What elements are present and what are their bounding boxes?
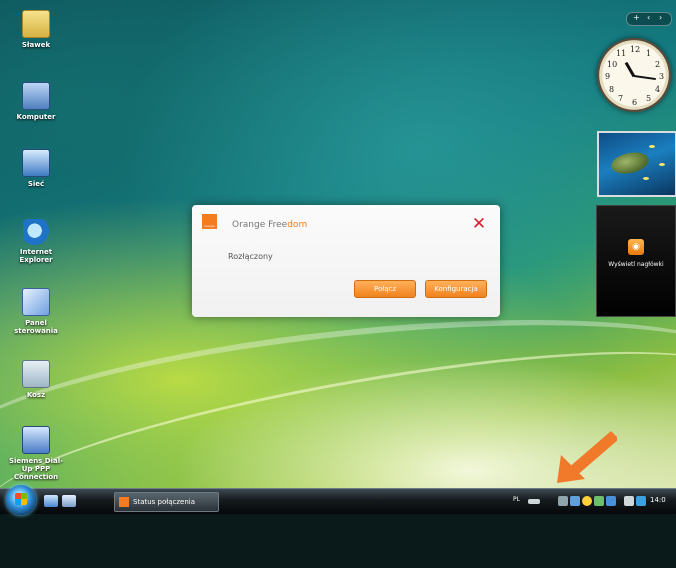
clock-number: 4 — [655, 85, 661, 94]
desktop-icon-label: Sieć — [27, 180, 45, 188]
desktop-icon-label: Sławek — [21, 41, 51, 49]
network-icon — [22, 149, 50, 177]
folder-icon — [22, 10, 50, 38]
desktop-icon-user-folder[interactable]: Sławek — [4, 10, 68, 49]
desktop-icon-internet-explorer[interactable]: Internet Explorer — [4, 219, 68, 264]
clock-time[interactable]: 14:0 — [650, 496, 666, 504]
clock-number: 6 — [632, 98, 638, 107]
clock-number: 12 — [630, 45, 641, 54]
switch-windows-icon[interactable] — [62, 495, 76, 507]
control-panel-icon — [22, 288, 50, 316]
chevron-left-icon[interactable]: ‹ — [647, 13, 650, 22]
clock-number: 9 — [605, 72, 611, 81]
desktop-icon-label: Kosz — [26, 391, 46, 399]
dialog-title-part2: dom — [287, 220, 308, 230]
volume-icon[interactable] — [636, 496, 646, 506]
desktop-icon-recycle-bin[interactable]: Kosz — [4, 360, 68, 399]
clock-number: 1 — [646, 49, 652, 58]
clock-number: 11 — [616, 49, 627, 58]
clock-number: 2 — [655, 60, 661, 69]
slideshow-gadget[interactable] — [597, 131, 676, 197]
show-desktop-icon[interactable] — [44, 495, 58, 507]
computer-icon — [22, 82, 50, 110]
keyboard-icon[interactable] — [528, 499, 540, 504]
annotation-arrow-icon — [557, 431, 617, 483]
connection-status: Rozłączony — [228, 252, 273, 261]
internet-explorer-icon — [23, 219, 49, 245]
configuration-button[interactable]: Konfiguracja — [425, 280, 487, 298]
clock-number: 7 — [618, 94, 624, 103]
clock-number: 10 — [607, 60, 618, 69]
clock-gadget[interactable]: 12 1 2 3 4 5 6 7 8 9 10 11 — [597, 38, 671, 112]
rss-icon: ◉ — [628, 239, 644, 255]
tray-security-icon[interactable] — [582, 496, 592, 506]
orange-logo-text: orange — [204, 224, 215, 228]
orange-freedom-dialog: orange Orange Freedom ✕ Rozłączony Połąc… — [192, 205, 500, 317]
desktop-icon-network[interactable]: Sieć — [4, 149, 68, 188]
desktop-icon-label: Siemens Dial-Up PPP Connection — [8, 457, 64, 481]
sea-turtle-image — [609, 149, 651, 177]
dialog-title-part1: Orange Free — [232, 220, 288, 230]
clock-hour-hand — [624, 61, 636, 78]
clock-number: 8 — [609, 85, 615, 94]
desktop-icon-computer[interactable]: Komputer — [4, 82, 68, 121]
tray-app-icon[interactable] — [558, 496, 568, 506]
orange-app-icon — [119, 497, 129, 507]
desktop-icon-control-panel[interactable]: Panel sterowania — [4, 288, 68, 335]
windows-logo-icon — [15, 493, 27, 505]
clock-number: 5 — [646, 94, 652, 103]
orange-logo-icon: orange — [202, 214, 217, 229]
tray-app-icon[interactable] — [624, 496, 634, 506]
fish-shape — [659, 163, 665, 166]
recycle-bin-icon — [22, 360, 50, 388]
clock-minute-hand — [633, 75, 656, 81]
close-icon[interactable]: ✕ — [470, 215, 488, 233]
desktop-icon-label: Panel sterowania — [14, 319, 58, 335]
shortcut-icon — [22, 426, 50, 454]
chevron-right-icon[interactable]: › — [659, 13, 662, 22]
feed-headlines-label[interactable]: Wyświetl nagłówki — [597, 261, 675, 268]
tray-app-icon[interactable] — [594, 496, 604, 506]
tray-app-icon[interactable] — [606, 496, 616, 506]
fish-shape — [643, 177, 649, 180]
sidebar-controls[interactable]: + ‹ › — [626, 12, 672, 26]
taskbar: Status połączenia PL 14:0 — [0, 485, 676, 515]
fish-shape — [649, 145, 655, 148]
dialog-title: Orange Freedom — [232, 220, 307, 230]
desktop-icon-label: Internet Explorer — [19, 248, 53, 264]
desktop-icon-label: Komputer — [16, 113, 56, 121]
start-button[interactable] — [6, 485, 36, 515]
feed-headlines-gadget[interactable]: ◉ Wyświetl nagłówki — [596, 205, 676, 317]
tray-network-icon[interactable] — [570, 496, 580, 506]
taskbar-item-connection-status[interactable]: Status połączenia — [114, 492, 219, 512]
connect-button[interactable]: Połącz — [354, 280, 416, 298]
clock-number: 3 — [659, 72, 665, 81]
taskbar-item-label: Status połączenia — [133, 498, 196, 506]
desktop-icon-dialup-connection[interactable]: Siemens Dial-Up PPP Connection — [4, 426, 68, 481]
language-indicator[interactable]: PL — [513, 496, 520, 503]
add-gadget-icon[interactable]: + — [633, 13, 640, 22]
